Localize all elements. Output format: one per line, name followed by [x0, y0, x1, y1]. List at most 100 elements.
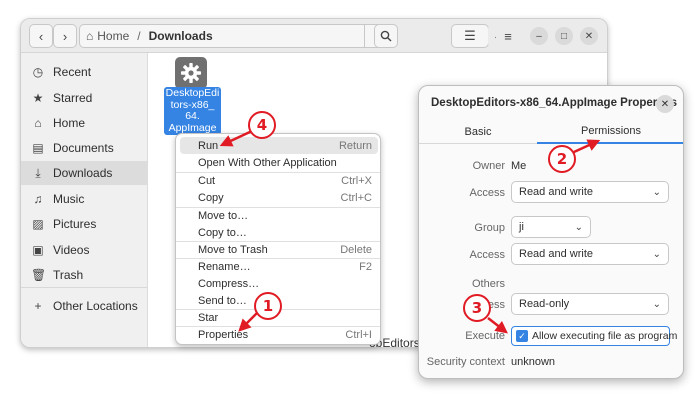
sidebar-item-downloads[interactable]: ⤓ Downloads: [21, 161, 147, 185]
breadcrumb-separator: /: [137, 29, 141, 43]
menu-item-accel: Ctrl+X: [341, 174, 372, 187]
sidebar-item-trash[interactable]: 🗑 Trash: [21, 263, 147, 287]
chevron-down-icon: ⌄: [652, 186, 661, 198]
group-access-dropdown[interactable]: Read and write ⌄: [511, 243, 669, 265]
dialog-close-button[interactable]: ✕: [656, 95, 674, 113]
menu-item-accel: Ctrl+C: [340, 191, 372, 204]
breadcrumb-home[interactable]: ⌂ Home: [86, 29, 129, 43]
sidebar-item-label: Home: [53, 116, 86, 130]
step-badge-2: 2: [548, 145, 576, 173]
chevron-right-icon: ›: [62, 28, 68, 44]
breadcrumb-current[interactable]: Downloads: [149, 29, 213, 43]
sidebar-item-label: Other Locations: [53, 299, 138, 313]
document-icon: ▤: [32, 141, 44, 155]
gear-icon: [181, 63, 201, 83]
menu-item-move-to[interactable]: Move to…: [180, 207, 378, 224]
back-button[interactable]: ‹: [29, 24, 53, 48]
security-context-label: Security context: [426, 356, 505, 368]
menu-item-label: Rename…: [198, 260, 251, 273]
menu-item-move-to-trash[interactable]: Move to Trash Delete: [180, 241, 378, 258]
music-icon: ♫: [33, 192, 43, 206]
menu-item-label: Open With Other Application: [198, 156, 337, 169]
close-button[interactable]: ✕: [580, 27, 598, 45]
sidebar-item-label: Music: [53, 192, 85, 206]
execute-checkbox[interactable]: ✓ Allow executing file as program: [511, 326, 677, 346]
hamburger-icon: ≡: [504, 28, 512, 44]
breadcrumb-home-label: Home: [97, 29, 130, 43]
sidebar-divider: [21, 287, 147, 288]
sidebar: ◷ Recent ★ Starred ⌂ Home ▤ Documents ⤓ Downl…: [21, 53, 148, 347]
owner-value: Me: [511, 160, 527, 172]
execute-checkbox-label: Allow executing file as program: [532, 330, 678, 342]
chevron-down-icon: ⌄: [652, 248, 661, 260]
dialog-tabs: Basic Permissions: [419, 120, 683, 144]
menu-item-label: Run: [198, 139, 219, 152]
menu-item-accel: Delete: [340, 243, 372, 256]
menu-item-compress[interactable]: Compress…: [180, 275, 378, 292]
properties-dialog: DesktopEditors-x86_64.AppImage Propertie…: [418, 85, 684, 379]
minimize-icon: –: [536, 30, 542, 42]
sidebar-item-label: Starred: [53, 91, 93, 105]
star-icon: ★: [32, 91, 44, 105]
sidebar-item-label: Trash: [53, 268, 84, 282]
sidebar-item-label: Documents: [53, 141, 114, 155]
menu-item-properties[interactable]: Properties Ctrl+I: [180, 326, 378, 343]
home-icon: ⌂: [86, 29, 94, 43]
video-icon: ▣: [32, 243, 44, 257]
plus-icon: +: [34, 299, 42, 313]
sidebar-item-starred[interactable]: ★ Starred: [21, 86, 147, 110]
sidebar-item-label: Downloads: [53, 166, 113, 180]
menu-item-accel: F2: [359, 260, 372, 273]
sidebar-item-documents[interactable]: ▤ Documents: [21, 136, 147, 160]
home-icon: ⌂: [34, 116, 42, 130]
step-badge-1: 1: [254, 292, 282, 320]
menu-item-label: Move to Trash: [198, 243, 268, 256]
sidebar-item-other-locations[interactable]: + Other Locations: [21, 294, 147, 318]
dropdown-value: Read and write: [519, 248, 593, 260]
security-context-value: unknown: [511, 356, 556, 368]
menu-item-copy-to[interactable]: Copy to…: [180, 224, 378, 241]
file-name-line: DesktopEdi: [165, 87, 220, 99]
sidebar-item-recent[interactable]: ◷ Recent: [21, 60, 147, 84]
sidebar-item-label: Videos: [53, 243, 90, 257]
menu-item-open-with[interactable]: Open With Other Application: [180, 154, 378, 171]
group-dropdown[interactable]: ji ⌄: [511, 216, 591, 238]
sidebar-item-videos[interactable]: ▣ Videos: [21, 238, 147, 262]
maximize-button[interactable]: □: [555, 27, 573, 45]
menu-item-label: Properties: [198, 328, 249, 341]
step-badge-3: 3: [463, 294, 491, 322]
tab-basic[interactable]: Basic: [419, 120, 537, 144]
forward-button[interactable]: ›: [53, 24, 77, 48]
search-button[interactable]: [374, 24, 398, 48]
file-item-icon[interactable]: [175, 57, 207, 89]
owner-access-dropdown[interactable]: Read and write ⌄: [511, 181, 669, 203]
dropdown-value: Read and write: [519, 186, 593, 198]
menu-item-rename[interactable]: Rename… F2: [180, 258, 378, 275]
execute-label: Execute: [465, 330, 505, 342]
sidebar-item-label: Pictures: [53, 217, 97, 231]
main-menu-button[interactable]: ≡: [496, 24, 520, 48]
owner-access-label: Access: [469, 187, 505, 199]
maximize-icon: □: [560, 30, 568, 42]
sidebar-item-music[interactable]: ♫ Music: [21, 187, 147, 211]
minimize-button[interactable]: –: [530, 27, 548, 45]
group-label: Group: [474, 222, 505, 234]
trash-icon: 🗑: [31, 268, 47, 282]
sidebar-item-pictures[interactable]: ▨ Pictures: [21, 212, 147, 236]
menu-item-copy[interactable]: Copy Ctrl+C: [180, 189, 378, 206]
search-icon: [380, 30, 392, 42]
sidebar-item-home[interactable]: ⌂ Home: [21, 111, 147, 135]
sidebar-item-label: Recent: [53, 65, 92, 79]
menu-item-label: Send to…: [198, 294, 247, 307]
view-toggle-button[interactable]: ☰: [451, 24, 489, 48]
chevron-down-icon: ⌄: [652, 298, 661, 310]
menu-item-cut[interactable]: Cut Ctrl+X: [180, 172, 378, 189]
file-name-line: 64.: [185, 110, 200, 122]
file-item-name[interactable]: DesktopEdi tors-x86_ 64. AppImage: [164, 87, 221, 135]
tab-permissions[interactable]: Permissions: [537, 120, 683, 144]
menu-item-label: Compress…: [198, 277, 260, 290]
menu-item-run[interactable]: Run Return: [180, 137, 378, 154]
chevron-down-icon: ⌄: [574, 221, 583, 233]
others-access-dropdown[interactable]: Read-only ⌄: [511, 293, 669, 315]
dropdown-value: Read-only: [519, 298, 570, 310]
